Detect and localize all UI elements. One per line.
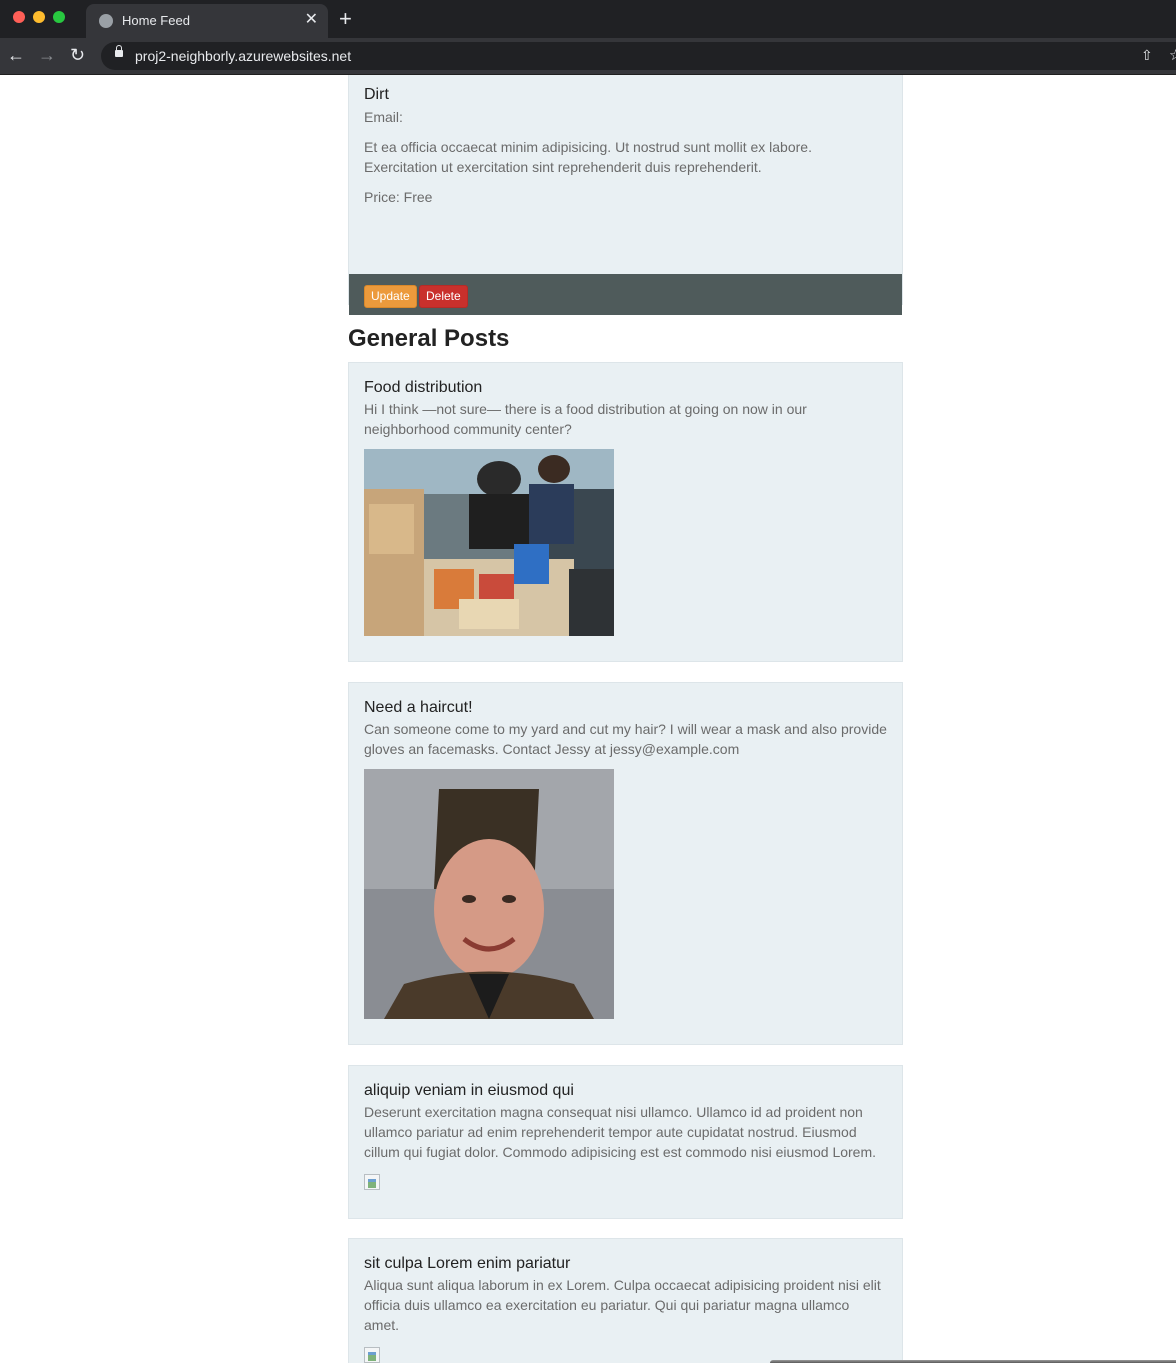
post-card: Need a haircut! Can someone come to my y… bbox=[348, 682, 903, 1045]
minimize-window-button[interactable] bbox=[33, 11, 45, 23]
lock-icon[interactable] bbox=[115, 45, 123, 57]
post-card: aliquip veniam in eiusmod qui Deserunt e… bbox=[348, 1065, 903, 1219]
section-heading: General Posts bbox=[348, 325, 510, 352]
post-card: sit culpa Lorem enim pariatur Aliqua sun… bbox=[348, 1238, 903, 1363]
post-body: Can someone come to my yard and cut my h… bbox=[364, 721, 887, 757]
close-window-button[interactable] bbox=[13, 11, 25, 23]
post-card-footer: Update Delete bbox=[349, 274, 902, 315]
post-email-label: Email: bbox=[364, 109, 403, 125]
forward-icon[interactable]: → bbox=[38, 44, 56, 66]
url-text[interactable]: proj2-neighborly.azurewebsites.net bbox=[135, 48, 351, 64]
post-body: Aliqua sunt aliqua laborum in ex Lorem. … bbox=[364, 1277, 881, 1333]
browser-tab-bar: Home Feed ✕ + bbox=[0, 0, 1176, 38]
post-title[interactable]: sit culpa Lorem enim pariatur bbox=[364, 1255, 887, 1273]
post-title[interactable]: aliquip veniam in eiusmod qui bbox=[364, 1082, 887, 1100]
post-card-dirt: Dirt Email: Et ea officia occaecat minim… bbox=[348, 75, 903, 315]
browser-toolbar: ← → ↻ proj2-neighborly.azurewebsites.net… bbox=[0, 38, 1176, 75]
new-tab-button[interactable]: + bbox=[339, 7, 352, 31]
post-body: Deserunt exercitation magna consequat ni… bbox=[364, 1104, 877, 1160]
tab-title: Home Feed bbox=[122, 13, 190, 28]
post-card: Food distribution Hi I think —not sure— … bbox=[348, 362, 903, 662]
address-bar[interactable]: proj2-neighborly.azurewebsites.net ⇧ ☆ bbox=[101, 42, 1176, 70]
share-icon[interactable]: ⇧ bbox=[1141, 47, 1153, 64]
page-content: Dirt Email: Et ea officia occaecat minim… bbox=[0, 75, 1176, 1363]
post-price: Price: Free bbox=[364, 189, 433, 205]
maximize-window-button[interactable] bbox=[53, 11, 65, 23]
post-title[interactable]: Food distribution bbox=[364, 379, 887, 397]
reload-icon[interactable]: ↻ bbox=[70, 44, 85, 66]
broken-image-icon bbox=[364, 1174, 380, 1190]
globe-icon bbox=[99, 14, 113, 28]
update-button[interactable]: Update bbox=[364, 285, 417, 308]
post-description: Et ea officia occaecat minim adipisicing… bbox=[364, 139, 812, 175]
back-icon[interactable]: ← bbox=[7, 44, 25, 66]
delete-button[interactable]: Delete bbox=[419, 285, 468, 308]
broken-image-icon bbox=[364, 1347, 380, 1363]
post-body: Hi I think —not sure— there is a food di… bbox=[364, 401, 807, 437]
close-icon[interactable]: ✕ bbox=[305, 10, 318, 30]
bookmark-star-icon[interactable]: ☆ bbox=[1169, 46, 1176, 64]
browser-tab[interactable]: Home Feed ✕ bbox=[86, 4, 328, 38]
post-title[interactable]: Need a haircut! bbox=[364, 699, 887, 717]
haircut-portrait-photo bbox=[364, 769, 614, 1019]
post-title: Dirt bbox=[364, 86, 389, 103]
food-distribution-photo bbox=[364, 449, 614, 636]
